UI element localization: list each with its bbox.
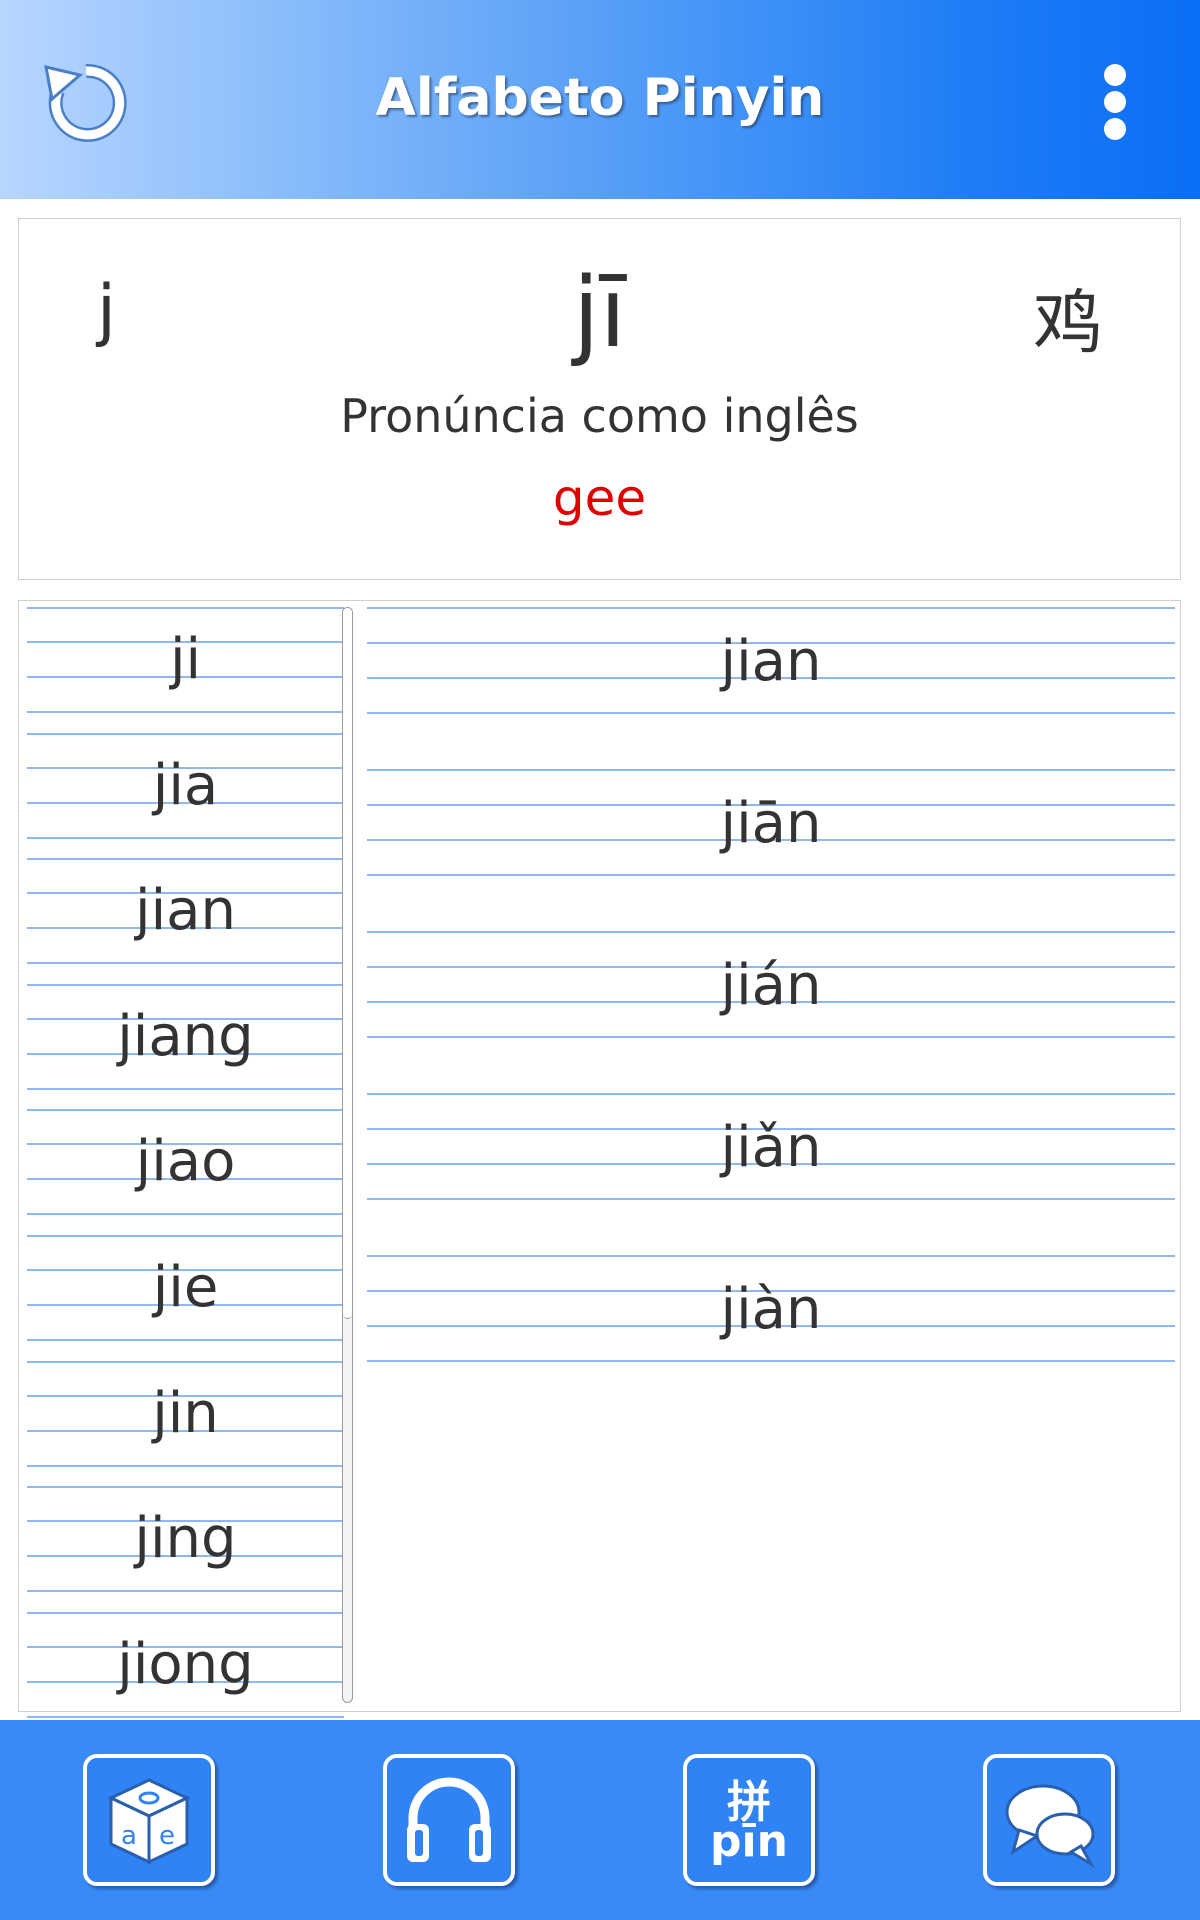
bottom-toolbar: a e 拼 pīn — [0, 1720, 1200, 1920]
current-syllable[interactable]: jī — [19, 257, 1180, 369]
list-item[interactable]: jiao — [27, 1109, 344, 1235]
tone-item-label: jiān — [720, 791, 822, 856]
list-item[interactable]: ji — [27, 607, 344, 733]
list-item[interactable]: jin — [27, 1360, 344, 1487]
tone-item[interactable]: jiān — [367, 769, 1175, 931]
svg-text:a: a — [121, 1821, 137, 1851]
list-item[interactable]: jia — [27, 732, 344, 859]
chat-bubbles-icon — [1005, 1784, 1096, 1869]
tone-list: jian jiān jián jiǎn jiàn — [367, 607, 1175, 1417]
more-vert-icon[interactable] — [1095, 62, 1135, 142]
list-item-label: jiong — [117, 1631, 254, 1697]
app-header: Alfabeto Pinyin — [0, 0, 1200, 199]
list-item-label: jiang — [117, 1003, 254, 1069]
headphones-icon — [407, 1777, 491, 1862]
tone-item[interactable]: jián — [367, 931, 1175, 1093]
svg-text:e: e — [159, 1821, 175, 1851]
chat-button[interactable] — [983, 1754, 1115, 1886]
tone-item[interactable]: jiǎn — [367, 1093, 1175, 1255]
dice-letters-icon: a e — [107, 1778, 191, 1865]
tone-item-label: jián — [720, 953, 822, 1018]
list-item[interactable]: jiang — [27, 983, 344, 1110]
list-item[interactable]: jing — [27, 1486, 344, 1612]
tone-item[interactable]: jiàn — [367, 1255, 1175, 1417]
list-item[interactable]: jie — [27, 1234, 344, 1361]
listen-button[interactable] — [383, 1754, 515, 1886]
app-title: Alfabeto Pinyin — [375, 68, 825, 128]
pronunciation-label: Pronúncia como inglês — [340, 389, 859, 443]
tone-item-label: jiàn — [720, 1277, 822, 1342]
example-hanzi: 鸡 — [1033, 282, 1103, 364]
syllable-list: ji jia jian jiang jiao jie jin jing jion… — [27, 607, 344, 1738]
syllable-list-panel: ji jia jian jiang jiao jie jin jing jion… — [18, 600, 1181, 1738]
list-item[interactable]: jian — [27, 858, 344, 984]
tone-item[interactable]: jian — [367, 607, 1175, 769]
pinyin-icon-text: pīn — [710, 1816, 788, 1867]
tone-item-label: jian — [720, 629, 822, 694]
tone-item-label: jiǎn — [720, 1115, 822, 1180]
list-item-label: jing — [134, 1506, 237, 1572]
pronunciation-value: gee — [552, 469, 647, 527]
scrollbar-thumb[interactable] — [343, 608, 352, 1319]
pinyin-button[interactable]: 拼 pīn — [683, 1754, 815, 1886]
letters-button[interactable]: a e — [83, 1754, 215, 1886]
list-scrollbar[interactable] — [342, 607, 353, 1703]
list-item-label: jia — [152, 752, 219, 818]
list-item-label: jie — [152, 1254, 219, 1320]
list-item-label: ji — [169, 627, 202, 692]
list-item-label: jian — [135, 878, 236, 944]
syllable-info-card: j jī 鸡 Pronúncia como inglês gee — [18, 218, 1181, 580]
list-item-label: jin — [152, 1380, 219, 1446]
list-item[interactable]: jiong — [27, 1611, 344, 1738]
list-item-label: jiao — [135, 1129, 236, 1195]
